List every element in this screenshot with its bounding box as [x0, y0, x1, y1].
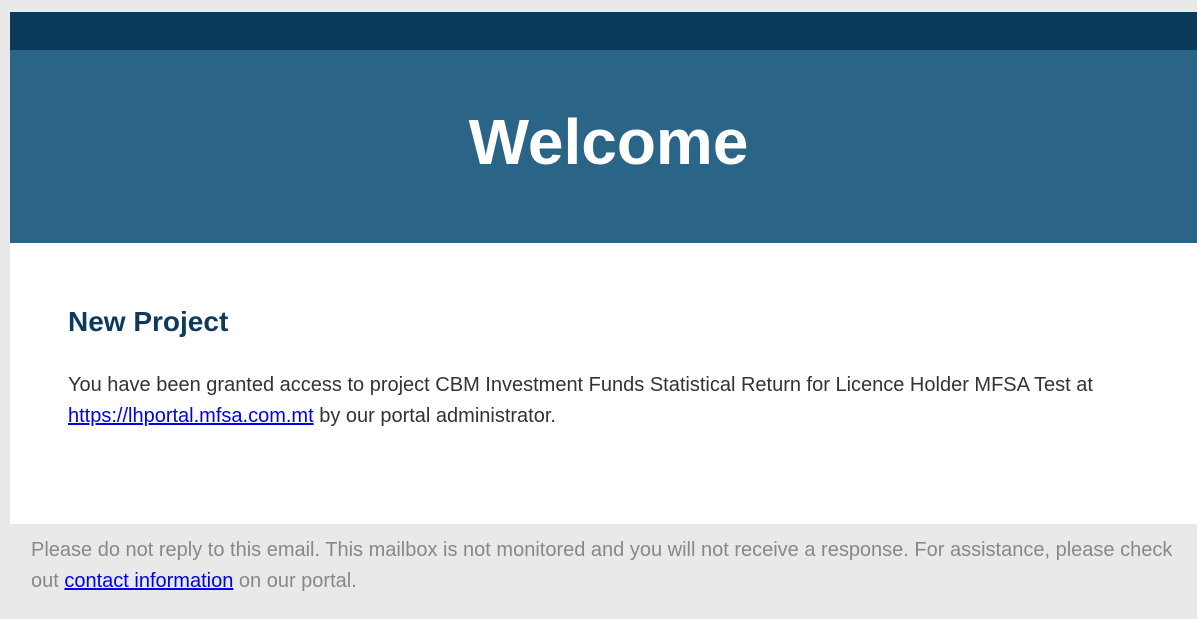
section-title: New Project [68, 306, 229, 337]
portal-link[interactable]: https://lhportal.mfsa.com.mt [68, 405, 314, 427]
welcome-title: Welcome [468, 105, 749, 178]
email-footer: Please do not reply to this email. This … [10, 524, 1197, 619]
footer-text-after: on our portal. [233, 570, 357, 592]
footer-paragraph: Please do not reply to this email. This … [31, 535, 1177, 597]
contact-information-link[interactable]: contact information [64, 570, 233, 592]
header-banner: Welcome [10, 50, 1197, 243]
header-top-stripe [10, 12, 1197, 50]
message-paragraph: You have been granted access to project … [68, 370, 1139, 432]
message-text-after: by our portal administrator. [313, 405, 556, 427]
message-text-before: You have been granted access to project … [68, 374, 1093, 396]
message-content: New Project You have been granted access… [10, 243, 1197, 525]
